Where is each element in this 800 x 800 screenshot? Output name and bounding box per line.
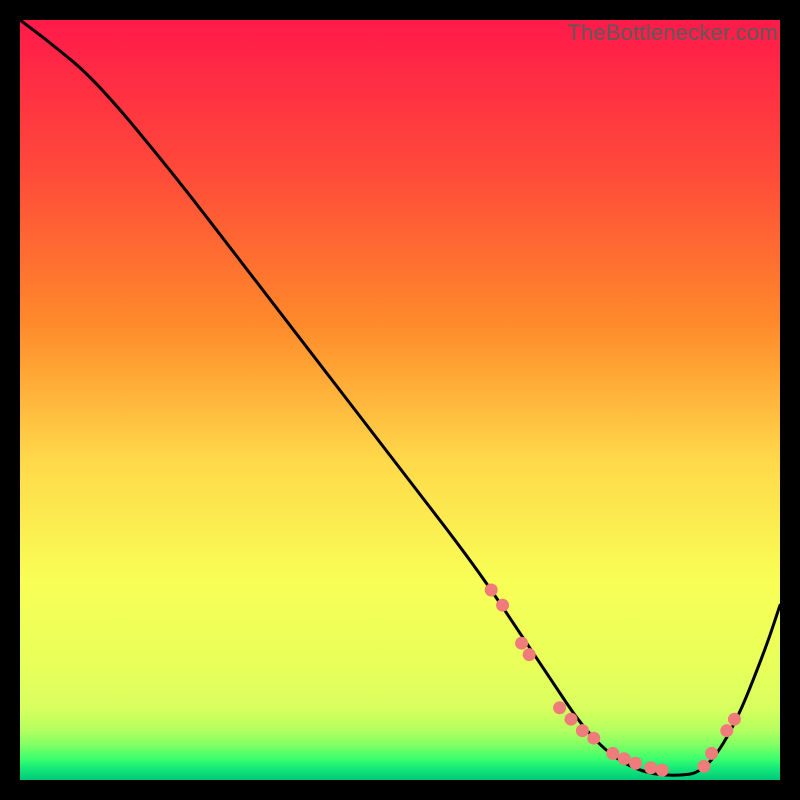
- dot: [720, 724, 733, 737]
- dot: [644, 761, 657, 774]
- dot: [485, 584, 498, 597]
- dot: [576, 724, 589, 737]
- chart-frame: TheBottlenecker.com: [20, 20, 780, 780]
- dot: [565, 713, 578, 726]
- dot: [496, 599, 509, 612]
- dot: [606, 747, 619, 760]
- dot: [629, 757, 642, 770]
- dot: [587, 732, 600, 745]
- watermark-text: TheBottlenecker.com: [568, 20, 778, 46]
- dot: [523, 648, 536, 661]
- dot: [553, 701, 566, 714]
- dot: [656, 764, 669, 777]
- dot: [618, 752, 631, 765]
- dot: [515, 637, 528, 650]
- dot: [728, 713, 741, 726]
- chart-svg: [20, 20, 780, 780]
- dot: [698, 760, 711, 773]
- gradient-background: [20, 20, 780, 780]
- dot: [705, 747, 718, 760]
